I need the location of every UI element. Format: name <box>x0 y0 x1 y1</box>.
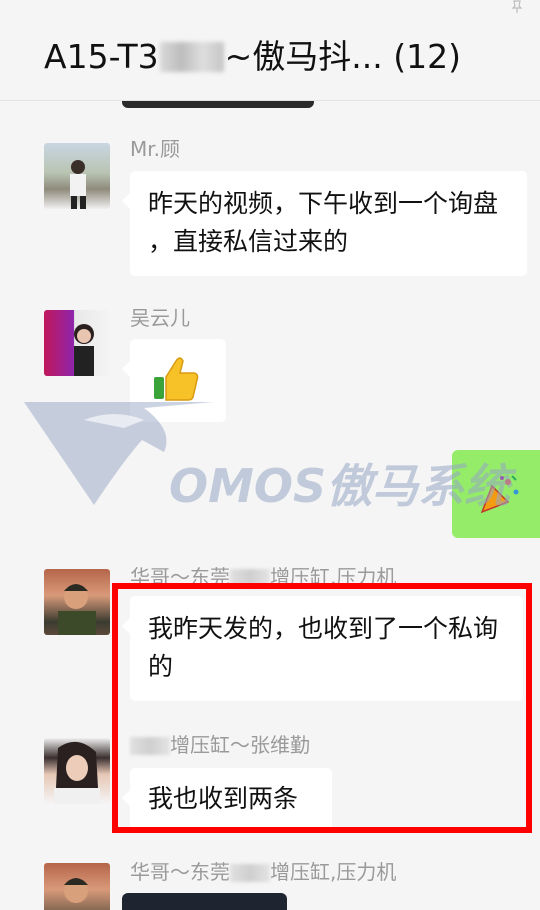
message-bubble[interactable] <box>122 339 226 422</box>
media-message-clip[interactable] <box>122 893 287 910</box>
chat-title[interactable]: A15-T3 ~傲马抖... (12) <box>44 30 461 78</box>
highlight-box <box>112 583 532 833</box>
avatar[interactable] <box>44 863 110 910</box>
party-popper-icon <box>480 475 519 514</box>
redacted-blur <box>159 42 224 72</box>
avatar[interactable] <box>44 738 110 804</box>
sender-name: 华哥～东莞 增压缸,压力机 <box>130 856 396 885</box>
avatar[interactable] <box>44 310 110 376</box>
redacted-blur <box>230 864 270 882</box>
sender-name: Mr.顾 <box>130 137 180 161</box>
watermark: OMOS傲马系统 <box>24 400 524 513</box>
avatar[interactable] <box>44 569 110 635</box>
title-suffix: ~傲马抖... (12) <box>224 37 461 76</box>
sender-name: 吴云儿 <box>130 306 190 330</box>
avatar[interactable] <box>44 143 110 209</box>
sender-suffix: 增压缸,压力机 <box>270 860 397 884</box>
sender-prefix: 华哥～东莞 <box>130 860 230 884</box>
pin-icon[interactable] <box>510 0 524 14</box>
chat-header: A15-T3 ~傲马抖... (12) <box>0 0 540 101</box>
title-prefix: A15-T3 <box>44 37 159 76</box>
own-message-bubble[interactable] <box>452 450 540 538</box>
message-bubble[interactable]: 昨天的视频，下午收到一个询盘 ，直接私信过来的 <box>122 171 527 276</box>
message-text: 昨天的视频，下午收到一个询盘 ，直接私信过来的 <box>148 189 499 256</box>
thumbs-up-icon <box>154 357 199 401</box>
